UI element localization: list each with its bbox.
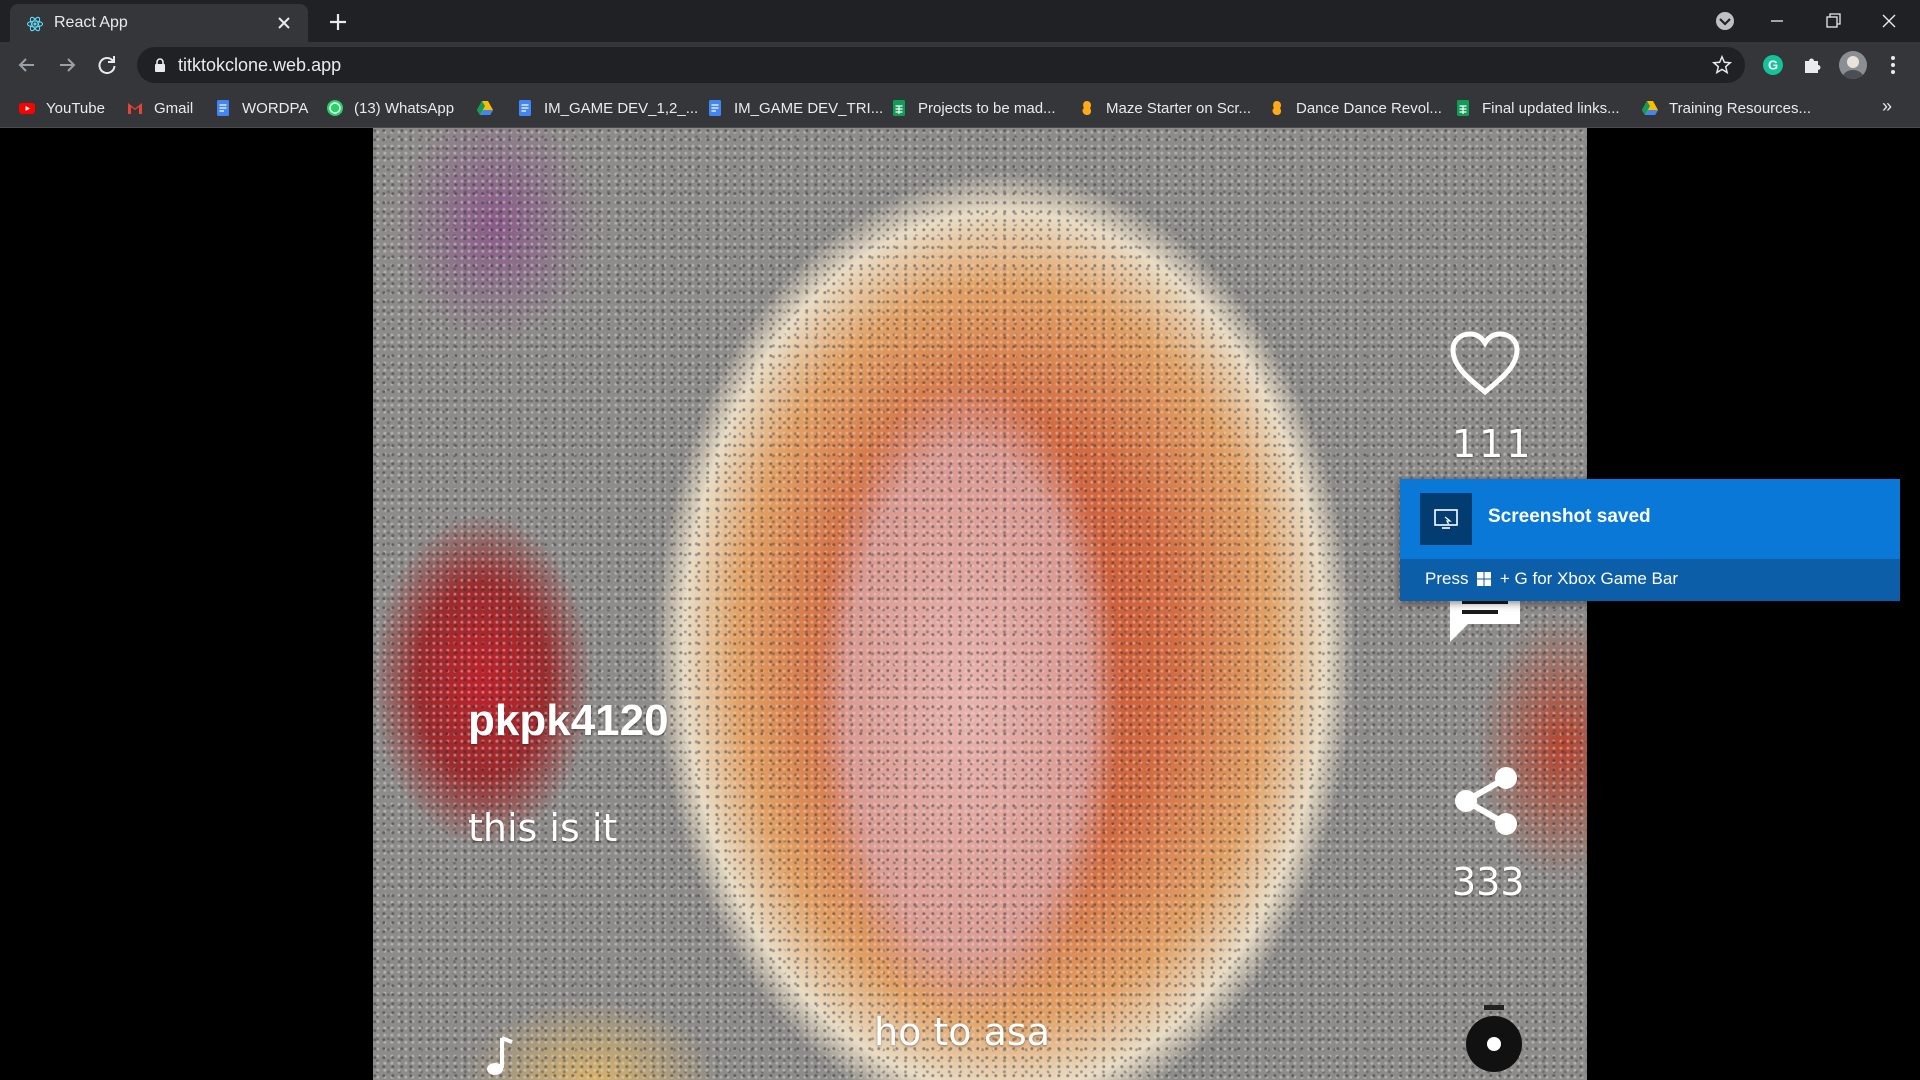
forward-icon[interactable] [52, 50, 82, 80]
address-bar[interactable]: titktokclone.web.app [137, 47, 1745, 83]
back-icon[interactable] [12, 50, 42, 80]
whatsapp-icon [327, 100, 343, 116]
music-note-icon [487, 1036, 513, 1075]
bookmark-dance-dance[interactable]: Dance Dance Revol... [1268, 96, 1442, 120]
bookmark-final-updated-links[interactable]: Final updated links... [1454, 96, 1620, 120]
restore-icon[interactable] [1810, 6, 1856, 36]
bookmarks-overflow-button[interactable]: » [1882, 96, 1892, 117]
share-icon[interactable] [1450, 764, 1522, 838]
bookmark-projects[interactable]: Projects to be mad... [890, 96, 1056, 120]
toolbar: titktokclone.web.app G [0, 42, 1920, 88]
heart-icon[interactable] [1448, 330, 1522, 398]
tab-strip: React App [0, 0, 1920, 42]
share-count: 333 [1452, 860, 1525, 904]
docs-icon [519, 100, 531, 116]
bookmark-im-game-dev-tri[interactable]: IM_GAME DEV_TRI... [706, 96, 883, 120]
drive-icon [1642, 101, 1658, 115]
bookmark-youtube[interactable]: YouTube [18, 96, 105, 120]
close-tab-icon[interactable] [274, 13, 294, 33]
screenshot-icon [1420, 493, 1472, 545]
profile-avatar[interactable] [1839, 51, 1867, 79]
app-viewport [0, 128, 1920, 1080]
minimize-icon[interactable] [1754, 6, 1800, 36]
toast-header: Screenshot saved [1400, 479, 1900, 559]
music-disc-icon[interactable] [1464, 1000, 1524, 1080]
close-window-icon[interactable] [1866, 6, 1912, 36]
bookmark-drive[interactable] [476, 96, 504, 120]
reload-icon[interactable] [92, 50, 122, 80]
browser-tab[interactable]: React App [10, 4, 308, 42]
bookmark-whatsapp[interactable]: (13) WhatsApp [326, 96, 454, 120]
grammarly-icon[interactable]: G [1762, 54, 1784, 76]
bookmarks-bar: YouTube Gmail WORDPA (13) WhatsApp IM_GA… [0, 88, 1920, 128]
sheets-icon [893, 100, 905, 116]
toast-hint: Press + G for Xbox Game Bar [1425, 569, 1678, 589]
video-caption: this is it [468, 806, 618, 850]
windows-logo-icon [1477, 572, 1492, 586]
video-player[interactable] [373, 128, 1587, 1080]
kebab-menu-icon[interactable] [1880, 52, 1906, 78]
screenshot-saved-toast[interactable]: Screenshot saved Press + G for Xbox Game… [1400, 479, 1900, 601]
bookmark-training-resources[interactable]: Training Resources... [1641, 96, 1811, 120]
bookmark-gmail[interactable]: Gmail [126, 96, 193, 120]
toast-title: Screenshot saved [1488, 506, 1651, 527]
docs-icon [709, 100, 721, 116]
bookmark-im-game-dev-1[interactable]: IM_GAME DEV_1,2_... [516, 96, 698, 120]
tab-title: React App [54, 14, 128, 31]
bookmark-wordpa[interactable]: WORDPA [214, 96, 308, 120]
video-texture [373, 128, 1587, 1080]
bookmark-star-icon[interactable] [1711, 54, 1733, 76]
scratch-icon [1082, 101, 1091, 115]
scratch-icon [1272, 101, 1281, 115]
docs-icon [217, 100, 229, 116]
song-title: ho to asa [874, 1010, 1051, 1054]
new-tab-icon[interactable] [324, 8, 352, 36]
avatar-icon [1842, 56, 1864, 79]
toast-footer: Press + G for Xbox Game Bar [1400, 559, 1900, 601]
lock-icon[interactable] [151, 56, 169, 74]
drive-icon [477, 101, 493, 115]
react-icon [26, 16, 44, 32]
svg-text:G: G [1768, 58, 1778, 73]
url-text[interactable]: titktokclone.web.app [178, 55, 341, 76]
bookmark-maze-starter[interactable]: Maze Starter on Scr... [1078, 96, 1251, 120]
sheets-icon [1457, 100, 1469, 116]
toast-hint-prefix: Press [1425, 569, 1474, 588]
extensions-puzzle-icon[interactable] [1801, 54, 1823, 76]
toast-hint-suffix: + G for Xbox Game Bar [1495, 569, 1679, 588]
youtube-icon [19, 103, 35, 114]
video-username[interactable]: pkpk4120 [468, 696, 669, 746]
gmail-icon [128, 103, 142, 114]
like-count: 111 [1452, 422, 1534, 466]
tab-search-icon[interactable] [1702, 6, 1748, 36]
